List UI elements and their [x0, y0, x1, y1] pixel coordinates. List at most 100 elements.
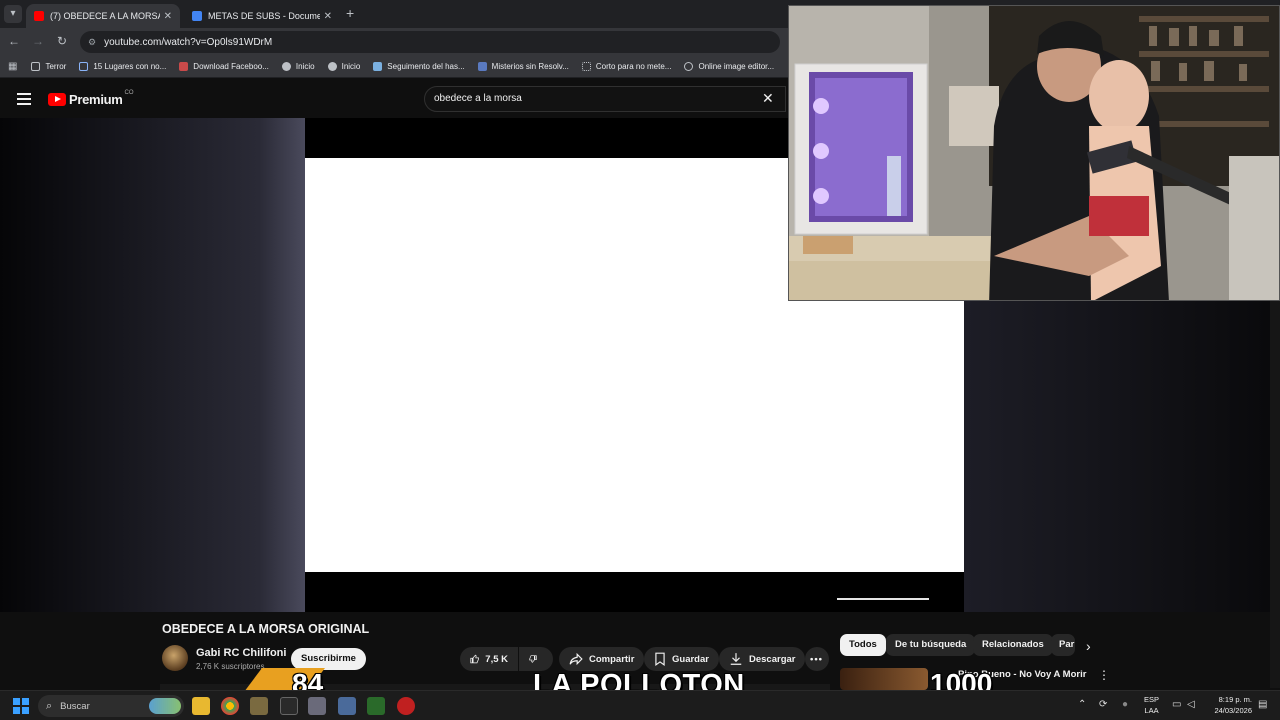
subscriber-count: 2,76 K suscriptores [196, 662, 265, 671]
channel-name[interactable]: Gabi RC Chilifoni [196, 647, 286, 659]
bookmark-label: Misterios sin Resolv... [491, 62, 569, 71]
bookmark-item[interactable]: Misterios sin Resolv... [477, 62, 569, 71]
media-player-icon[interactable] [367, 697, 385, 715]
share-icon [569, 652, 583, 666]
apps-grid-icon[interactable]: ▦ [8, 61, 17, 72]
more-actions-button[interactable]: ••• [805, 647, 829, 671]
folder-icon [31, 62, 41, 71]
clear-search-icon[interactable]: ✕ [762, 90, 774, 107]
url-text: youtube.com/watch?v=Op0ls91WDrM [104, 36, 273, 48]
chip-all[interactable]: Todos [840, 634, 886, 656]
search-highlight-image [149, 698, 181, 714]
tab-docs[interactable]: METAS DE SUBS - Documentos ✕ [184, 4, 340, 28]
chevron-right-icon[interactable]: › [1086, 638, 1091, 654]
volume-icon[interactable]: ◁ [1187, 699, 1195, 710]
menu-icon[interactable] [17, 93, 31, 105]
sync-icon[interactable]: ⟳ [1099, 699, 1107, 710]
save-button[interactable]: Guardar [644, 647, 719, 671]
docs-favicon-icon [192, 11, 202, 21]
bookmark-label: Inicio [341, 62, 361, 71]
system-clock[interactable]: 8:19 p. m. 24/03/2026 [1206, 694, 1252, 716]
tab-title: (7) OBEDECE A LA MORSA ORI [50, 11, 160, 21]
webcam-image [789, 6, 1279, 300]
bookmark-item[interactable]: Inicio [327, 62, 361, 71]
new-tab-icon[interactable]: + [346, 5, 354, 21]
app-icon[interactable] [250, 697, 268, 715]
bookmark-label: Download Faceboo... [193, 62, 269, 71]
subscribe-button[interactable]: Suscribirme [291, 648, 366, 670]
notification-icon[interactable]: ▤ [1258, 699, 1267, 710]
chip-partial[interactable]: Par [1051, 634, 1075, 656]
network-icon[interactable]: ▭ [1172, 699, 1181, 710]
bookmark-icon [655, 652, 665, 666]
share-button[interactable]: Compartir [559, 647, 645, 671]
youtube-favicon-icon [34, 11, 44, 21]
thumbs-up-icon [470, 654, 479, 664]
thumbs-down-icon [529, 655, 537, 663]
tab-close-icon[interactable]: ✕ [164, 11, 172, 22]
tracker-icon [373, 62, 383, 71]
youtube-logo[interactable]: Premium CO [48, 89, 134, 107]
bookmark-item[interactable]: Seguimento del has... [373, 62, 465, 71]
microphone-icon[interactable]: ● [1122, 699, 1128, 710]
search-input[interactable]: obedece a la morsa [424, 86, 786, 112]
lang-line2: LAA [1144, 706, 1159, 715]
player-ambient-left [0, 118, 305, 612]
bookmark-item[interactable]: 15 Lugares con no... [79, 62, 166, 71]
save-label: Guardar [672, 653, 709, 665]
video-title: OBEDECE A LA MORSA ORIGINAL [162, 622, 370, 636]
lang-line1: ESP [1144, 695, 1160, 704]
app-icon[interactable] [280, 697, 298, 715]
globe-icon [281, 62, 291, 71]
brand-text: Premium [69, 92, 123, 107]
page-icon [581, 62, 591, 71]
country-code: CO [124, 89, 134, 96]
channel-avatar[interactable] [162, 645, 188, 671]
bookmark-label: Online image editor... [698, 62, 775, 71]
tab-youtube[interactable]: (7) OBEDECE A LA MORSA ORI ✕ [26, 4, 180, 28]
language-indicator[interactable]: ESP LAA [1144, 694, 1159, 716]
video-watermark [837, 586, 929, 600]
calculator-icon[interactable] [338, 697, 356, 715]
tab-title: METAS DE SUBS - Documentos [208, 11, 320, 21]
bookmark-label: Inicio [295, 62, 315, 71]
bookmark-item[interactable]: Download Faceboo... [179, 62, 269, 71]
youtube-play-icon [48, 93, 66, 106]
windows-start-icon[interactable] [13, 698, 29, 714]
related-video-thumbnail[interactable] [840, 668, 928, 690]
app-icon[interactable] [308, 697, 326, 715]
more-horizontal-icon: ••• [810, 653, 823, 665]
globe-icon [327, 62, 337, 71]
site-info-icon[interactable]: ⚙ [88, 37, 96, 48]
screen: ▾ (7) OBEDECE A LA MORSA ORI ✕ METAS DE … [0, 0, 1280, 720]
bookmark-item[interactable]: Corto para no mete... [581, 62, 671, 71]
more-vertical-icon[interactable]: ⋮ [1098, 668, 1110, 682]
webcam-overlay [788, 5, 1280, 301]
dislike-button[interactable] [519, 647, 553, 671]
bookmark-label: Seguimento del has... [387, 62, 465, 71]
like-button[interactable]: 7,5 K [460, 647, 518, 671]
forward-icon[interactable]: → [30, 34, 46, 48]
download-button[interactable]: Descargar [719, 647, 806, 671]
clock-time: 8:19 p. m. [1218, 695, 1252, 704]
chip-related[interactable]: Relacionados [973, 634, 1053, 656]
taskbar-search[interactable]: ⌕ Buscar [38, 695, 184, 717]
taskbar-search-placeholder: Buscar [60, 700, 90, 712]
file-explorer-icon[interactable] [192, 697, 210, 715]
clock-date: 24/03/2026 [1214, 706, 1252, 715]
bookmark-item[interactable]: Terror [31, 62, 66, 71]
tab-search-button[interactable]: ▾ [4, 5, 22, 23]
address-bar[interactable]: ⚙ youtube.com/watch?v=Op0ls91WDrM [80, 31, 780, 53]
back-icon[interactable]: ← [6, 34, 22, 48]
reload-icon[interactable]: ↻ [54, 34, 70, 48]
obs-icon[interactable] [397, 697, 415, 715]
bookmark-item[interactable]: Online image editor... [684, 62, 774, 71]
chip-from-search[interactable]: De tu búsqueda [886, 634, 976, 656]
share-label: Compartir [589, 653, 635, 665]
tab-close-icon[interactable]: ✕ [324, 11, 332, 22]
tray-overflow-icon[interactable]: ⌃ [1078, 699, 1086, 710]
chrome-icon[interactable] [221, 697, 239, 715]
fb-download-icon [179, 62, 189, 71]
bookmark-label: Terror [45, 62, 67, 71]
bookmark-item[interactable]: Inicio [281, 62, 315, 71]
